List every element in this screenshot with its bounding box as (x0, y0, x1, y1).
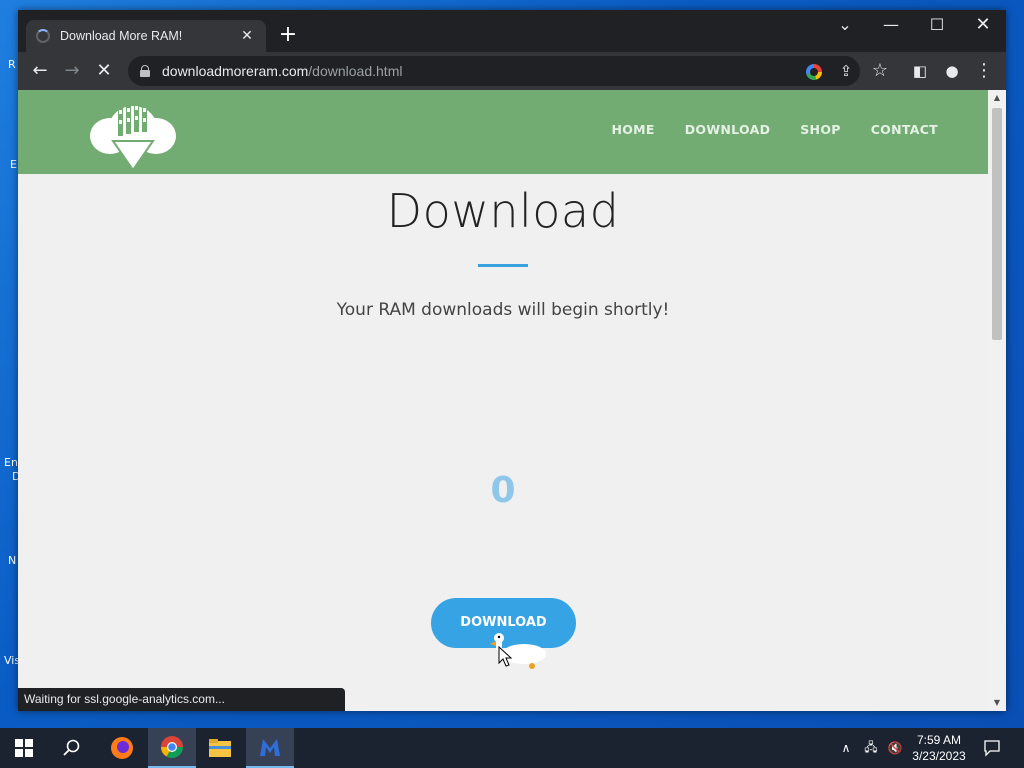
taskbar-firefox[interactable] (98, 728, 146, 768)
close-window-button[interactable]: ✕ (960, 10, 1006, 40)
page-title: Download (386, 184, 620, 238)
nav-home[interactable]: HOME (611, 122, 654, 137)
page-scrollbar[interactable]: ▲ ▼ (988, 90, 1006, 711)
clock-time: 7:59 AM (916, 733, 962, 747)
stop-loading-button[interactable]: ✕ (88, 55, 120, 87)
nav-download[interactable]: DOWNLOAD (685, 122, 771, 137)
mouse-cursor-icon (498, 646, 513, 667)
start-button[interactable] (0, 728, 48, 768)
search-button[interactable] (48, 728, 96, 768)
browser-tab[interactable]: Download More RAM! ✕ (26, 20, 266, 52)
minimize-button[interactable]: — (868, 10, 914, 40)
lock-icon[interactable] (140, 65, 150, 77)
site-logo[interactable] (88, 96, 178, 172)
chrome-icon (161, 736, 183, 758)
tab-search-icon[interactable]: ⌄ (822, 10, 868, 40)
tab-title: Download More RAM! (60, 29, 183, 43)
firefox-icon (111, 737, 133, 759)
notifications-icon[interactable] (980, 728, 1004, 768)
url-domain: downloadmoreram.com (162, 63, 309, 79)
bookmark-star-icon[interactable]: ☆ (864, 55, 896, 87)
maximize-button[interactable]: ☐ (914, 10, 960, 40)
folder-icon (209, 739, 231, 757)
site-header: HOME DOWNLOAD SHOP CONTACT (18, 90, 988, 174)
status-bubble: Waiting for ssl.google-analytics.com... (18, 688, 345, 711)
malwarebytes-icon (260, 739, 280, 756)
page-viewport: HOME DOWNLOAD SHOP CONTACT Download Your… (18, 90, 1006, 711)
loading-spinner-icon (36, 29, 50, 43)
network-icon[interactable]: 🖧 (860, 728, 882, 768)
taskbar-chrome[interactable] (148, 728, 196, 768)
share-icon[interactable]: ⇪ (832, 56, 860, 86)
nav-contact[interactable]: CONTACT (871, 122, 938, 137)
title-divider (478, 264, 528, 267)
chat-bubble-icon (984, 740, 1000, 757)
tab-strip: Download More RAM! ✕ + ⌄ — ☐ ✕ (18, 10, 1006, 52)
scroll-down-arrow-icon[interactable]: ▼ (988, 695, 1006, 711)
taskbar: ∧ 🖧 🔇 7:59 AM 3/23/2023 (0, 728, 1024, 768)
scrollbar-thumb[interactable] (992, 108, 1002, 340)
browser-window: Download More RAM! ✕ + ⌄ — ☐ ✕ ← → ✕ dow… (18, 10, 1006, 711)
taskbar-malwarebytes[interactable] (246, 728, 294, 768)
nav-shop[interactable]: SHOP (800, 122, 840, 137)
forward-button[interactable]: → (56, 55, 88, 87)
browser-toolbar: ← → ✕ downloadmoreram.com/download.html … (18, 52, 1006, 90)
download-counter: 0 (490, 470, 516, 511)
taskbar-clock[interactable]: 7:59 AM 3/23/2023 (900, 732, 978, 764)
back-button[interactable]: ← (24, 55, 56, 87)
profile-icon[interactable]: ● (936, 55, 968, 87)
clock-date: 3/23/2023 (912, 749, 966, 763)
taskbar-file-explorer[interactable] (196, 728, 244, 768)
search-icon (63, 739, 80, 756)
page-subtitle: Your RAM downloads will begin shortly! (336, 300, 670, 320)
new-tab-button[interactable]: + (276, 22, 300, 48)
google-lens-icon[interactable] (800, 56, 828, 86)
windows-logo-icon (15, 739, 33, 757)
menu-kebab-icon[interactable]: ⋮ (968, 55, 1000, 87)
address-bar[interactable]: downloadmoreram.com/download.html ⇪ (128, 56, 860, 86)
site-nav: HOME DOWNLOAD SHOP CONTACT (611, 122, 938, 137)
scroll-up-arrow-icon[interactable]: ▲ (988, 90, 1006, 106)
show-hidden-icons-icon[interactable]: ∧ (836, 728, 856, 768)
side-panel-icon[interactable]: ◧ (904, 55, 936, 87)
url-path: /download.html (308, 63, 403, 79)
close-tab-icon[interactable]: ✕ (238, 28, 256, 44)
